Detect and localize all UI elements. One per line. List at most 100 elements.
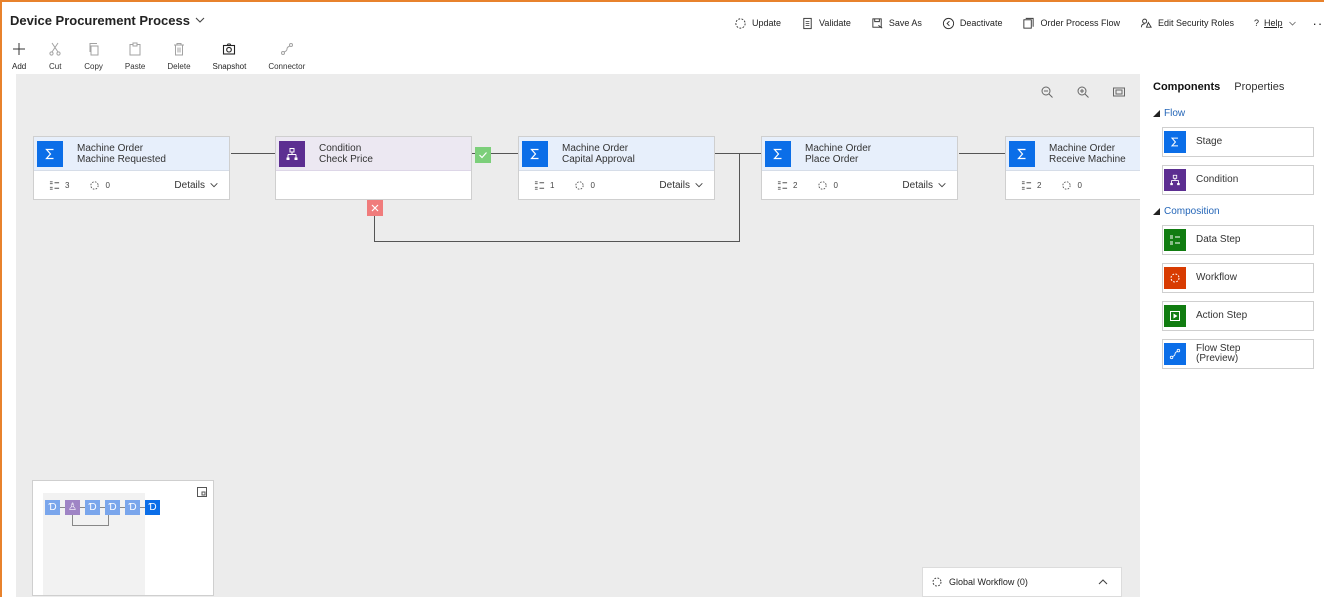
edit-security-roles-button[interactable]: Edit Security Roles bbox=[1140, 17, 1234, 30]
update-icon bbox=[735, 17, 746, 29]
details-label: Details bbox=[902, 179, 933, 191]
zoom-out-icon[interactable] bbox=[1040, 85, 1054, 99]
delete-button[interactable]: Delete bbox=[167, 42, 191, 71]
action-step-icon bbox=[1164, 305, 1186, 327]
fit-to-screen-icon[interactable] bbox=[1112, 85, 1126, 99]
tab-components[interactable]: Components bbox=[1153, 81, 1220, 97]
workflow-icon bbox=[90, 180, 100, 190]
deactivate-button[interactable]: Deactivate bbox=[942, 17, 1002, 30]
stage-node[interactable]: Machine Order Receive Machine 2 0 bbox=[1005, 136, 1140, 200]
stage-entity: Machine Order bbox=[1049, 142, 1116, 154]
minimap-stage-node: Ɗ bbox=[45, 500, 60, 515]
cut-icon bbox=[49, 42, 61, 56]
component-label: Flow Step (Preview) bbox=[1196, 344, 1240, 364]
workflow-icon bbox=[932, 577, 942, 587]
flow-section-header[interactable]: Flow bbox=[1153, 108, 1324, 119]
workflow-icon bbox=[818, 180, 828, 190]
stage-component[interactable]: Stage bbox=[1162, 127, 1314, 157]
snapshot-button[interactable]: Snapshot bbox=[212, 42, 247, 71]
workflows-value: 0 bbox=[1077, 180, 1082, 190]
security-roles-icon bbox=[1140, 18, 1152, 28]
stage-node[interactable]: Machine Order Machine Requested 3 0 Detai… bbox=[33, 136, 230, 200]
chevron-down-icon bbox=[938, 183, 946, 188]
data-step-component[interactable]: Data Step bbox=[1162, 225, 1314, 255]
snapshot-label: Snapshot bbox=[212, 62, 247, 71]
minimap[interactable]: Ɗ ♙ Ɗ Ɗ Ɗ Ɗ bbox=[32, 480, 214, 596]
validate-button[interactable]: Validate bbox=[801, 17, 851, 30]
add-button[interactable]: Add bbox=[12, 42, 26, 71]
connector-icon bbox=[1164, 343, 1186, 365]
component-label: Stage bbox=[1196, 136, 1223, 147]
minimap-stage-node: Ɗ bbox=[145, 500, 160, 515]
workflows-count: 0 bbox=[89, 180, 110, 191]
zoom-controls bbox=[1040, 85, 1126, 99]
stage-name: Machine Requested bbox=[77, 153, 166, 165]
copy-button[interactable]: Copy bbox=[84, 42, 103, 71]
save-as-label: Save As bbox=[888, 18, 922, 28]
stage-node[interactable]: Machine Order Capital Approval 1 0 Detail… bbox=[518, 136, 715, 200]
stage-node-footer: 2 0 Details bbox=[762, 171, 957, 199]
save-as-button[interactable]: Save As bbox=[871, 17, 922, 30]
details-label: Details bbox=[174, 179, 205, 191]
connector-icon bbox=[280, 43, 293, 55]
stage-icon bbox=[1009, 140, 1035, 167]
process-title-bar[interactable]: Device Procurement Process bbox=[10, 10, 206, 30]
collapse-triangle-icon bbox=[1153, 110, 1160, 117]
command-bar: Update Validate Save As Deactivate Order… bbox=[734, 13, 1324, 33]
update-button[interactable]: Update bbox=[734, 17, 781, 30]
minimap-connector bbox=[108, 515, 109, 526]
condition-node[interactable]: Condition Check Price bbox=[275, 136, 472, 200]
chevron-up-icon[interactable] bbox=[1097, 576, 1109, 588]
composition-section-header[interactable]: Composition bbox=[1153, 206, 1324, 217]
connector-line bbox=[959, 153, 1005, 154]
steps-count: 2 bbox=[777, 180, 797, 191]
workflow-component[interactable]: Workflow bbox=[1162, 263, 1314, 293]
more-commands-button[interactable]: ··· bbox=[1313, 16, 1324, 31]
flow-section-label: Flow bbox=[1164, 108, 1186, 119]
action-step-component[interactable]: Action Step bbox=[1162, 301, 1314, 331]
flow-step-component[interactable]: Flow Step (Preview) bbox=[1162, 339, 1314, 369]
stage-node-header: Machine Order Capital Approval bbox=[519, 137, 714, 171]
connector-button[interactable]: Connector bbox=[268, 42, 305, 71]
details-toggle[interactable]: Details bbox=[174, 180, 219, 191]
chevron-down-icon[interactable] bbox=[194, 14, 206, 26]
paste-button[interactable]: Paste bbox=[125, 42, 145, 71]
process-canvas[interactable]: Machine Order Machine Requested 3 0 Detai… bbox=[16, 74, 1140, 597]
order-icon bbox=[1023, 17, 1035, 29]
stage-node[interactable]: Machine Order Place Order 2 0 Details bbox=[761, 136, 958, 200]
cut-button[interactable]: Cut bbox=[48, 42, 62, 71]
help-button[interactable]: ? Help bbox=[1254, 18, 1297, 28]
steps-value: 3 bbox=[65, 180, 70, 190]
condition-icon bbox=[279, 140, 305, 167]
save-as-icon bbox=[872, 17, 883, 29]
workflow-icon bbox=[575, 180, 585, 190]
condition-name: Check Price bbox=[319, 153, 373, 165]
add-icon bbox=[13, 43, 26, 55]
minimap-connector bbox=[72, 515, 73, 525]
workflow-icon bbox=[1164, 267, 1186, 289]
condition-component[interactable]: Condition bbox=[1162, 165, 1314, 195]
validate-icon bbox=[803, 17, 812, 29]
connector-line bbox=[715, 153, 761, 154]
global-workflow-bar[interactable]: Global Workflow (0) bbox=[922, 567, 1122, 597]
condition-label: Condition Check Price bbox=[319, 143, 373, 165]
condition-no-badge bbox=[367, 200, 383, 216]
panel-tabs: Components Properties bbox=[1153, 81, 1324, 97]
delete-icon bbox=[173, 43, 184, 56]
details-toggle[interactable]: Details bbox=[659, 180, 704, 191]
zoom-in-icon[interactable] bbox=[1076, 85, 1090, 99]
steps-count: 1 bbox=[534, 180, 554, 191]
copy-icon bbox=[89, 43, 99, 56]
minimap-toggle-icon[interactable] bbox=[197, 487, 207, 497]
condition-icon bbox=[1164, 169, 1186, 191]
tab-properties[interactable]: Properties bbox=[1234, 81, 1284, 97]
details-toggle[interactable]: Details bbox=[902, 180, 947, 191]
workflows-value: 0 bbox=[833, 180, 838, 190]
order-process-flow-button[interactable]: Order Process Flow bbox=[1022, 17, 1120, 30]
help-label: Help bbox=[1264, 18, 1283, 28]
components-panel: Components Properties Flow Stage Conditi… bbox=[1150, 74, 1324, 597]
connector-label: Connector bbox=[268, 62, 306, 71]
stage-name: Receive Machine bbox=[1049, 153, 1126, 165]
component-label-line2: (Preview) bbox=[1196, 353, 1239, 364]
paste-label: Paste bbox=[124, 62, 146, 71]
